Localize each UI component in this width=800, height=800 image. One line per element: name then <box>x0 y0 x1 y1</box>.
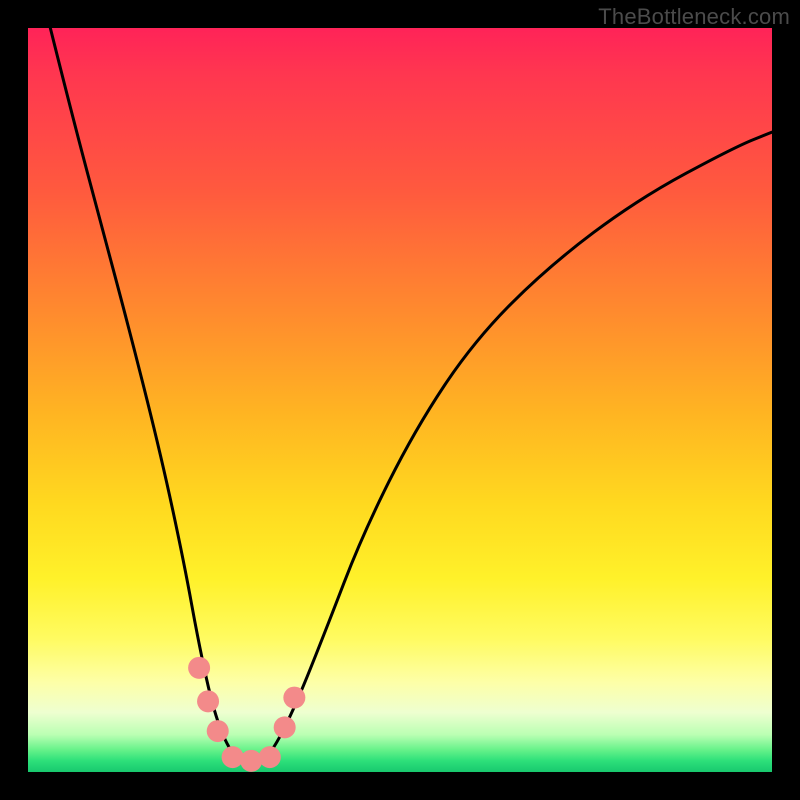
left-dot-3 <box>207 720 229 742</box>
chart-frame: TheBottleneck.com <box>0 0 800 800</box>
left-dot-2 <box>197 690 219 712</box>
plot-area <box>28 28 772 772</box>
watermark-text: TheBottleneck.com <box>598 4 790 30</box>
floor-dot-3 <box>259 746 281 768</box>
bottleneck-curve <box>50 28 772 765</box>
left-dot-1 <box>188 657 210 679</box>
marker-dots <box>188 657 305 772</box>
curve-svg <box>28 28 772 772</box>
floor-dot-2 <box>240 750 262 772</box>
right-dot-2 <box>283 687 305 709</box>
right-dot-1 <box>274 716 296 738</box>
floor-dot-1 <box>222 746 244 768</box>
